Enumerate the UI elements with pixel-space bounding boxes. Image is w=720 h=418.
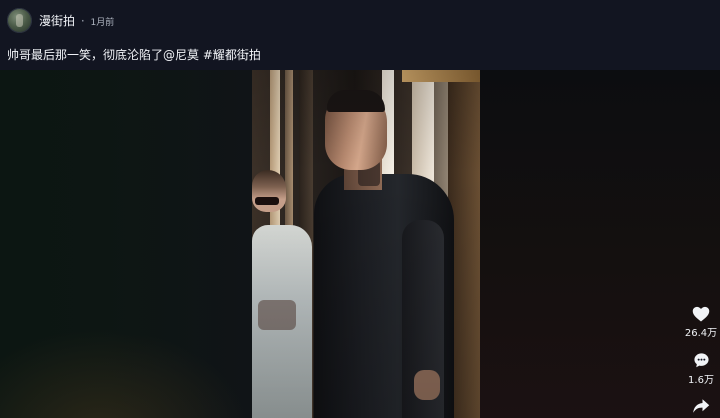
author-name[interactable]: 漫街拍 (39, 14, 75, 28)
post-caption: 帅哥最后那一笑，彻底沦陷了@尼莫 #耀都街拍 (7, 48, 261, 62)
like-button[interactable]: 26.4万 (682, 306, 720, 339)
author-line: 漫街拍 · 1月前 (39, 12, 114, 29)
post-time: 1月前 (90, 18, 115, 28)
post-header: 漫街拍 · 1月前 (0, 0, 720, 42)
comment-icon (693, 353, 709, 368)
blurred-backdrop-left (0, 70, 252, 418)
comment-count: 1.6万 (688, 375, 714, 386)
frame-vignette (252, 70, 480, 418)
video-frame[interactable] (252, 70, 480, 418)
heart-icon (692, 306, 710, 322)
meta-separator: · (80, 14, 85, 28)
comment-button[interactable]: 1.6万 (682, 352, 720, 386)
video-player[interactable]: 26.4万 1.6万 (0, 70, 720, 418)
avatar-figure (16, 14, 23, 27)
like-count: 26.4万 (684, 328, 718, 339)
share-icon (693, 399, 710, 413)
share-button[interactable] (682, 398, 720, 414)
author-avatar[interactable] (7, 8, 32, 33)
